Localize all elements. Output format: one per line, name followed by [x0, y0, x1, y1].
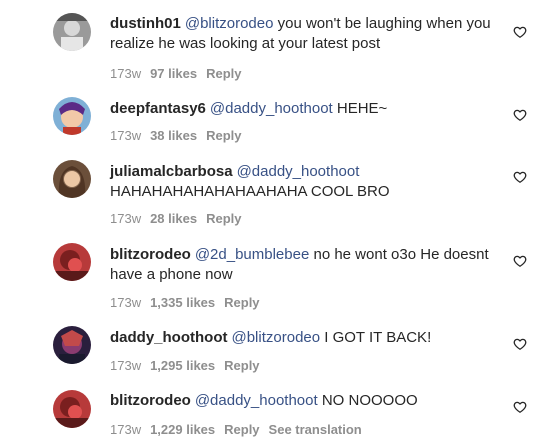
comment-meta: 173w 28 likes Reply — [110, 211, 250, 227]
comment-text: dustinh01 @blitzorodeo you won't be laugh… — [110, 14, 495, 54]
avatar[interactable] — [53, 326, 91, 364]
comment-meta: 173w 38 likes Reply — [110, 128, 250, 144]
comment-message: I GOT IT BACK! — [320, 329, 432, 346]
reply-button[interactable]: Reply — [224, 358, 259, 373]
comment-username[interactable]: blitzorodeo — [110, 246, 191, 263]
heart-icon[interactable] — [513, 25, 527, 39]
comment-text: daddy_hoothoot @blitzorodeo I GOT IT BACK… — [110, 328, 495, 348]
comment-likes[interactable]: 1,229 likes — [150, 422, 215, 437]
reply-button[interactable]: Reply — [224, 422, 259, 437]
comment-mention[interactable]: @daddy_hoothoot — [195, 392, 318, 409]
comment-mention[interactable]: @daddy_hoothoot — [237, 163, 360, 180]
comment-likes[interactable]: 38 likes — [150, 128, 197, 143]
comment-time[interactable]: 173w — [110, 66, 141, 81]
comment-text: juliamalcbarbosa @daddy_hoothoot HAHAHAHA… — [110, 162, 495, 202]
heart-icon[interactable] — [513, 254, 527, 268]
heart-icon[interactable] — [513, 170, 527, 184]
comment-message: HAHAHAHAHAHAHAAHAHA COOL BRO — [110, 183, 390, 200]
comment-message: NO NOOOOO — [317, 392, 418, 409]
heart-icon[interactable] — [513, 108, 527, 122]
comment-username[interactable]: deepfantasy6 — [110, 100, 206, 117]
comment-username[interactable]: blitzorodeo — [110, 392, 191, 409]
avatar[interactable] — [53, 97, 91, 135]
comment-likes[interactable]: 1,335 likes — [150, 295, 215, 310]
avatar[interactable] — [53, 243, 91, 281]
comment-likes[interactable]: 97 likes — [150, 66, 197, 81]
comment-likes[interactable]: 28 likes — [150, 211, 197, 226]
comment-time[interactable]: 173w — [110, 358, 141, 373]
comment-username[interactable]: daddy_hoothoot — [110, 329, 227, 346]
reply-button[interactable]: Reply — [206, 66, 241, 81]
see-translation-button[interactable]: See translation — [269, 422, 362, 437]
comment-meta: 173w 1,335 likes Reply — [110, 295, 269, 311]
comment-text: deepfantasy6 @daddy_hoothoot HEHE~ — [110, 99, 495, 119]
comment-username[interactable]: juliamalcbarbosa — [110, 163, 233, 180]
comment-meta: 173w 1,229 likes Reply See translation — [110, 422, 371, 438]
reply-button[interactable]: Reply — [206, 128, 241, 143]
heart-icon[interactable] — [513, 400, 527, 414]
comment-meta: 173w 97 likes Reply — [110, 66, 250, 82]
avatar[interactable] — [53, 13, 91, 51]
comment-time[interactable]: 173w — [110, 422, 141, 437]
reply-button[interactable]: Reply — [206, 211, 241, 226]
comment-mention[interactable]: @2d_bumblebee — [195, 246, 309, 263]
comment-likes[interactable]: 1,295 likes — [150, 358, 215, 373]
comment-time[interactable]: 173w — [110, 128, 141, 143]
comment-text: blitzorodeo @daddy_hoothoot NO NOOOOO — [110, 391, 495, 411]
comment-time[interactable]: 173w — [110, 295, 141, 310]
comment-username[interactable]: dustinh01 — [110, 15, 181, 32]
avatar[interactable] — [53, 160, 91, 198]
avatar[interactable] — [53, 390, 91, 428]
comment-time[interactable]: 173w — [110, 211, 141, 226]
comment-mention[interactable]: @daddy_hoothoot — [210, 100, 333, 117]
comment-text: blitzorodeo @2d_bumblebee no he wont o3o … — [110, 245, 495, 285]
comment-message: HEHE~ — [332, 100, 388, 117]
reply-button[interactable]: Reply — [224, 295, 259, 310]
comment-meta: 173w 1,295 likes Reply — [110, 358, 269, 374]
heart-icon[interactable] — [513, 337, 527, 351]
comment-mention[interactable]: @blitzorodeo — [185, 15, 274, 32]
comment-mention[interactable]: @blitzorodeo — [231, 329, 320, 346]
